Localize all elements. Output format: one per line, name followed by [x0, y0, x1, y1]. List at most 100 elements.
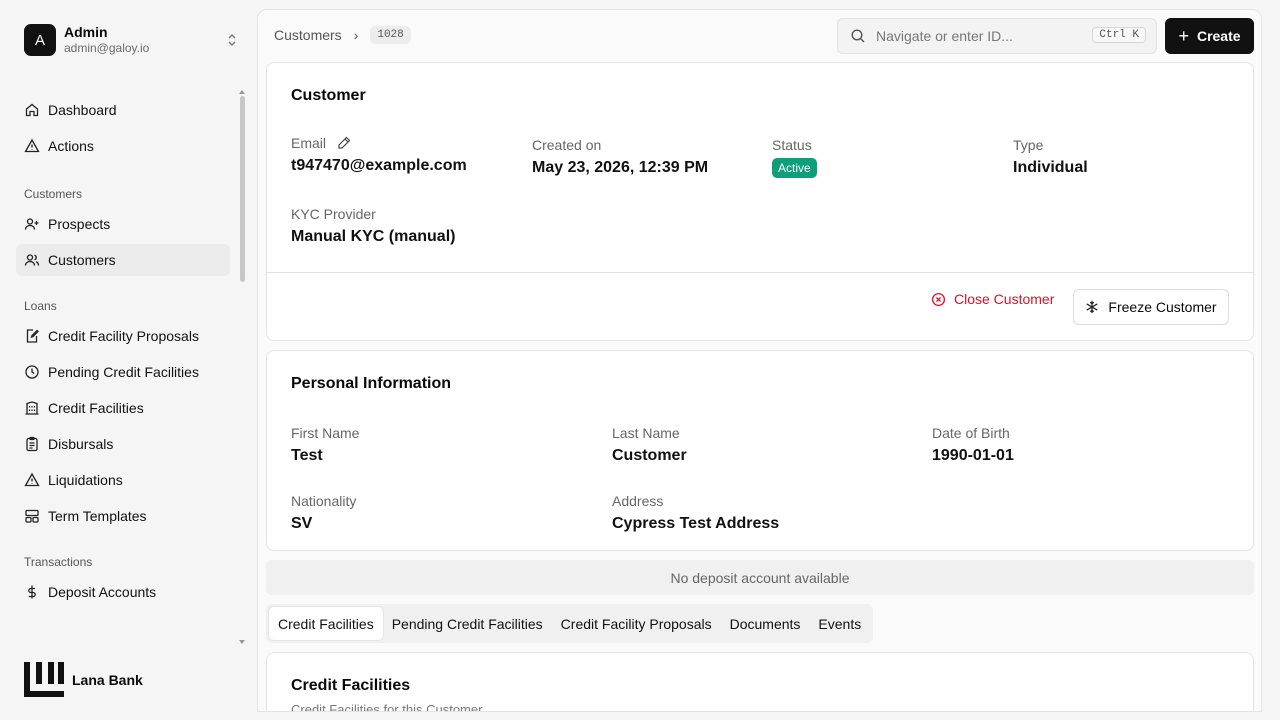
sidebar-item-liquidations[interactable]: Liquidations — [16, 464, 230, 496]
sidebar-item-credit-facilities[interactable]: Credit Facilities — [16, 392, 230, 424]
last-name-value: Customer — [612, 447, 687, 464]
user-switcher[interactable]: A Admin admin@galoy.io — [24, 23, 240, 57]
edit-pencil-icon[interactable] — [336, 135, 352, 151]
dob-value: 1990-01-01 — [932, 447, 1014, 464]
user-email: admin@galoy.io — [64, 41, 150, 55]
created-on-label: Created on — [532, 137, 602, 153]
status-field: Status Active — [772, 136, 817, 178]
search-icon — [851, 29, 865, 43]
address-label: Address — [612, 493, 664, 509]
status-badge: Active — [772, 158, 817, 178]
user-plus-icon — [24, 218, 39, 230]
layout-template-icon — [25, 509, 39, 523]
search-box[interactable]: Ctrl K — [837, 18, 1157, 54]
brand: Lana Bank — [24, 662, 143, 697]
chevron-right-icon: › — [353, 27, 359, 43]
credit-facilities-subtitle: Credit Facilities for this Customer — [291, 702, 483, 712]
user-name: Admin — [64, 24, 108, 40]
email-value: t947470@example.com — [291, 157, 467, 174]
sidebar-item-label: Dashboard — [48, 102, 117, 118]
address-field: Address Cypress Test Address — [612, 492, 779, 535]
sidebar-item-label: Customers — [48, 252, 116, 268]
sidebar-nav: Dashboard Actions Customers Prospects Cu… — [16, 94, 230, 612]
breadcrumb-id: 1028 — [370, 26, 411, 44]
type-field: Type Individual — [1013, 136, 1088, 179]
sidebar-item-pending-credit-facilities[interactable]: Pending Credit Facilities — [16, 356, 230, 388]
freeze-customer-label: Freeze Customer — [1108, 299, 1217, 315]
divider — [267, 272, 1253, 273]
credit-facilities-card: Credit Facilities Credit Facilities for … — [266, 652, 1254, 712]
topbar: Customers › 1028 Ctrl K + Create — [258, 10, 1261, 62]
customer-tabs: Credit Facilities Pending Credit Facilit… — [266, 604, 874, 643]
customer-card: Customer Email t947470@example.com Creat… — [266, 62, 1254, 341]
sidebar-item-actions[interactable]: Actions — [16, 130, 230, 162]
breadcrumb-customers-link[interactable]: Customers — [274, 27, 342, 43]
first-name-field: First Name Test — [291, 424, 359, 467]
freeze-customer-button[interactable]: Freeze Customer — [1073, 289, 1229, 325]
sidebar-item-label: Disbursals — [48, 436, 114, 452]
tab-credit-facility-proposals[interactable]: Credit Facility Proposals — [552, 607, 721, 640]
nationality-field: Nationality SV — [291, 492, 356, 535]
sidebar-item-disbursals[interactable]: Disbursals — [16, 428, 230, 460]
sidebar-item-dashboard[interactable]: Dashboard — [16, 94, 230, 126]
close-customer-button[interactable]: Close Customer — [931, 281, 1054, 317]
last-name-field: Last Name Customer — [612, 424, 687, 467]
edit-document-icon — [26, 329, 39, 343]
sidebar-item-credit-facility-proposals[interactable]: Credit Facility Proposals — [16, 320, 230, 352]
plus-icon: + — [1178, 25, 1189, 46]
tab-documents[interactable]: Documents — [721, 607, 810, 640]
scroll-down-arrow[interactable] — [239, 640, 245, 644]
nationality-value: SV — [291, 515, 313, 532]
type-label: Type — [1013, 137, 1044, 153]
avatar: A — [24, 24, 56, 56]
kyc-provider-label: KYC Provider — [291, 206, 376, 222]
breadcrumb: Customers › 1028 — [274, 26, 411, 44]
search-input[interactable] — [876, 28, 1076, 44]
no-deposit-account-banner: No deposit account available — [266, 560, 1254, 595]
sidebar-item-label: Prospects — [48, 216, 111, 232]
credit-facilities-title: Credit Facilities — [291, 677, 411, 694]
last-name-label: Last Name — [612, 425, 680, 441]
users-icon — [24, 254, 40, 266]
home-icon — [25, 103, 39, 117]
kyc-provider-value: Manual KYC (manual) — [291, 228, 456, 245]
first-name-value: Test — [291, 447, 323, 464]
nav-group-customers: Customers — [24, 187, 83, 201]
sidebar-item-term-templates[interactable]: Term Templates — [16, 500, 230, 532]
sidebar-item-prospects[interactable]: Prospects — [16, 208, 230, 240]
create-label: Create — [1196, 28, 1241, 44]
sidebar-item-label: Deposit Accounts — [48, 584, 157, 600]
first-name-label: First Name — [291, 425, 360, 441]
sidebar-item-label: Pending Credit Facilities — [48, 364, 199, 380]
clipboard-list-icon — [26, 436, 38, 452]
address-value: Cypress Test Address — [612, 515, 780, 532]
lana-bank-logo-icon — [24, 662, 64, 697]
sidebar-scrollbar[interactable] — [240, 96, 245, 282]
customer-card-title: Customer — [291, 87, 366, 104]
sidebar-item-label: Actions — [48, 138, 94, 154]
personal-info-title: Personal Information — [291, 375, 452, 392]
sidebar-item-deposit-accounts[interactable]: Deposit Accounts — [16, 576, 230, 608]
brand-name: Lana Bank — [72, 671, 143, 688]
status-label: Status — [772, 137, 812, 153]
tab-events[interactable]: Events — [809, 607, 870, 640]
dollar-icon — [28, 585, 36, 599]
dob-label: Date of Birth — [932, 425, 1010, 441]
main-panel: Customers › 1028 Ctrl K + Create Custome… — [257, 9, 1262, 712]
sidebar-item-label: Credit Facility Proposals — [48, 328, 199, 344]
sidebar-item-label: Credit Facilities — [48, 400, 144, 416]
kyc-provider-field: KYC Provider Manual KYC (manual) — [291, 205, 455, 248]
create-button[interactable]: + Create — [1165, 18, 1254, 54]
email-field: Email t947470@example.com — [291, 134, 467, 177]
sidebar: A Admin admin@galoy.io Dashboard Actions… — [0, 0, 256, 720]
tab-credit-facilities[interactable]: Credit Facilities — [269, 607, 383, 640]
scroll-up-arrow[interactable] — [239, 90, 245, 94]
nav-group-transactions: Transactions — [24, 555, 93, 569]
sidebar-item-customers[interactable]: Customers — [16, 244, 230, 276]
sidebar-item-label: Liquidations — [48, 472, 123, 488]
close-customer-label: Close Customer — [954, 291, 1055, 307]
tab-pending-credit-facilities[interactable]: Pending Credit Facilities — [383, 607, 552, 640]
type-value: Individual — [1013, 159, 1088, 176]
created-on-value: May 23, 2026, 12:39 PM — [532, 159, 709, 176]
email-label: Email — [291, 135, 327, 151]
